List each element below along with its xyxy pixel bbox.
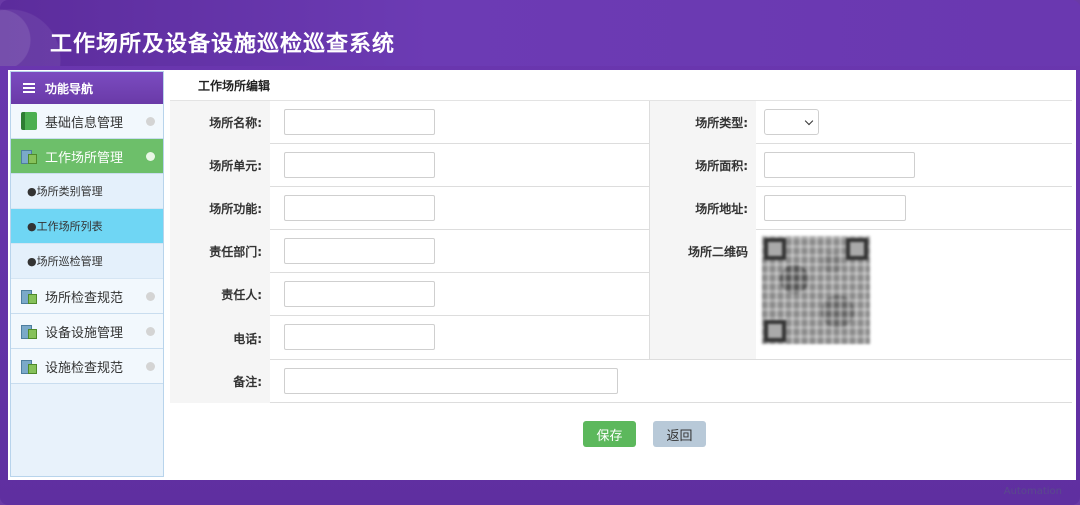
unit-label: 场所单元: [170, 144, 270, 187]
name-input[interactable] [284, 109, 435, 135]
qr-finder-icon [846, 238, 868, 260]
name-label: 场所名称: [170, 101, 270, 144]
dept-input[interactable] [284, 238, 435, 264]
app-frame: 工作场所及设备设施巡检巡查系统 功能导航 基础信息管理 工作场所管理 ●场所类别… [0, 0, 1080, 505]
qr-cell [756, 230, 1072, 360]
dept-label: 责任部门: [170, 230, 270, 273]
expand-dot-icon [146, 327, 155, 336]
person-label: 责任人: [170, 273, 270, 316]
form-row: 场所功能: 场所地址: [170, 187, 1072, 230]
form-row: 场所单元: 场所面积: [170, 144, 1072, 187]
expand-dot-icon [146, 292, 155, 301]
app-header: 工作场所及设备设施巡检巡查系统 [0, 0, 1080, 66]
phone-label: 电话: [170, 316, 270, 360]
sidebar-item-workplace[interactable]: 工作场所管理 [11, 139, 163, 174]
sidebar-item-equipment-standard[interactable]: 设施检查规范 [11, 349, 163, 384]
chevron-down-icon [804, 116, 814, 125]
building-icon [21, 288, 37, 304]
qr-code-image [762, 236, 870, 344]
address-input[interactable] [764, 195, 906, 221]
expand-dot-icon [146, 152, 155, 161]
sidebar-item-site-standard[interactable]: 场所检查规范 [11, 279, 163, 314]
area-input[interactable] [764, 152, 915, 178]
area-label: 场所面积: [650, 144, 756, 187]
back-button[interactable]: 返回 [653, 421, 706, 447]
remark-input[interactable] [284, 368, 618, 394]
sidebar-item-label: 场所检查规范 [45, 290, 124, 306]
type-select[interactable] [764, 109, 819, 135]
form-row: 责任人: [170, 273, 650, 316]
building-icon [21, 148, 37, 164]
save-button[interactable]: 保存 [583, 421, 636, 447]
sidebar-subitem-list[interactable]: ●工作场所列表 [11, 209, 163, 244]
sidebar-header: 功能导航 [11, 72, 163, 104]
form-row: 场所名称: 场所类型: [170, 101, 1072, 144]
sidebar-item-equipment[interactable]: 设备设施管理 [11, 314, 163, 349]
sidebar-item-label: 设施检查规范 [45, 360, 124, 376]
expand-dot-icon [146, 117, 155, 126]
sidebar-nav: 功能导航 基础信息管理 工作场所管理 ●场所类别管理 ●工作场所列表 ●场所巡检… [10, 71, 164, 477]
phone-input[interactable] [284, 324, 435, 350]
page-title: 工作场所编辑 [170, 71, 1072, 101]
qr-finder-icon [764, 238, 786, 260]
qr-label: 场所二维码 [650, 230, 756, 360]
book-icon [21, 112, 37, 130]
sidebar-item-basic-info[interactable]: 基础信息管理 [11, 104, 163, 139]
main-panel: 工作场所编辑 场所名称: 场所类型: 场所单元: 场所面积: 场所功能: 场所地… [170, 71, 1072, 477]
sidebar-item-label: 工作场所管理 [45, 150, 124, 166]
app-title: 工作场所及设备设施巡检巡查系统 [50, 31, 396, 56]
form-row: 责任部门: [170, 230, 650, 273]
sidebar-subitem-category[interactable]: ●场所类别管理 [11, 174, 163, 209]
form-row: 电话: [170, 316, 650, 360]
sidebar-item-label: 基础信息管理 [45, 115, 124, 131]
remark-label: 备注: [170, 360, 270, 403]
qr-finder-icon [764, 320, 786, 342]
watermark: Automation [1003, 486, 1062, 497]
building-icon [21, 323, 37, 339]
person-input[interactable] [284, 281, 435, 307]
form-row: 备注: [170, 360, 1072, 403]
sidebar-header-label: 功能导航 [45, 81, 94, 96]
building-icon [21, 358, 37, 374]
sidebar-item-label: 设备设施管理 [45, 325, 124, 341]
type-label: 场所类型: [650, 101, 756, 144]
unit-input[interactable] [284, 152, 435, 178]
address-label: 场所地址: [650, 187, 756, 230]
function-label: 场所功能: [170, 187, 270, 230]
expand-dot-icon [146, 362, 155, 371]
function-input[interactable] [284, 195, 435, 221]
column-divider [649, 101, 650, 360]
list-icon [23, 83, 35, 93]
sidebar-subitem-inspection[interactable]: ●场所巡检管理 [11, 244, 163, 279]
